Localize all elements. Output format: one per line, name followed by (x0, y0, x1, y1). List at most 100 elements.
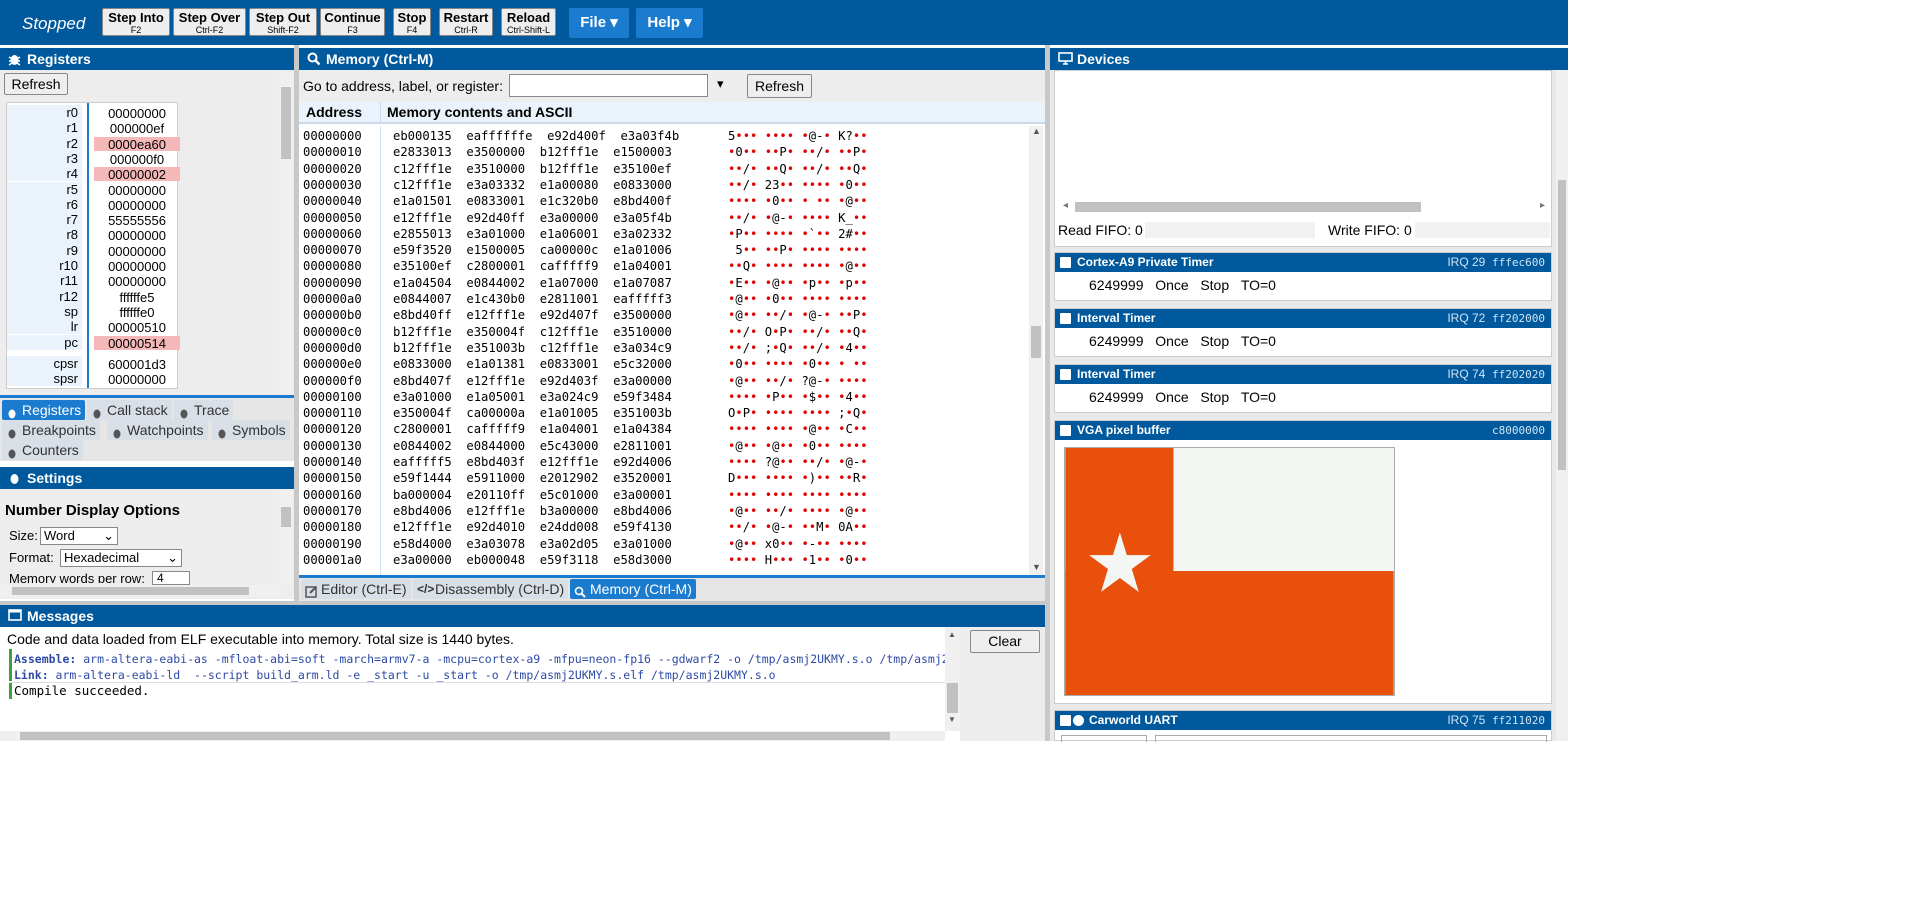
tab-call-stack[interactable]: Call stack (87, 400, 172, 420)
private-timer-status: 6249999 Once Stop TO=0 (1089, 277, 1276, 293)
tab-symbols[interactable]: Symbols (212, 420, 290, 440)
memory-row[interactable]: 00000180 e12fff1e e92d4010 e24dd008 e59f4… (303, 519, 868, 535)
settings-scrollbar[interactable] (279, 491, 293, 585)
memory-row[interactable]: 00000000 eb000135 eaffffffe e92d400f e3a0… (303, 128, 868, 144)
messages-header: Messages (0, 605, 1045, 627)
register-value[interactable]: 55555556 (94, 213, 180, 228)
clear-button[interactable]: Clear (970, 630, 1040, 653)
register-value[interactable]: 00000000 (94, 183, 180, 198)
memory-row[interactable]: 00000160 ba000004 e20110ff e5c01000 e3a00… (303, 487, 868, 503)
size-select[interactable]: Word ⌄ (40, 527, 118, 545)
step-out-button[interactable]: Step Out Shift-F2 (249, 8, 317, 36)
uart-input[interactable] (1061, 735, 1147, 742)
memory-scrollbar[interactable]: ▲ ▼ (1029, 126, 1043, 575)
register-name: r1 (7, 120, 82, 136)
memory-row[interactable]: 000000c0 b12fff1e e350004f c12fff1e e3510… (303, 324, 868, 340)
scroll-up-icon[interactable]: ▲ (1032, 126, 1041, 136)
scroll-up-icon[interactable]: ▲ (948, 630, 956, 639)
memory-ascii: •••• •••• •••• •••• (728, 487, 868, 502)
memory-row[interactable]: 00000010 e2833013 e3500000 b12fff1e e1500… (303, 144, 868, 160)
restart-button[interactable]: Restart Ctrl-R (439, 8, 493, 36)
memory-row[interactable]: 00000170 e8bd4006 e12fff1e b3a00000 e8bd4… (303, 503, 868, 519)
register-value[interactable]: 600001d3 (94, 357, 180, 372)
goto-dropdown-icon[interactable]: ▾ (717, 76, 724, 92)
collapse-icon[interactable] (1060, 369, 1071, 380)
format-select[interactable]: Hexadecimal ⌄ (60, 549, 182, 567)
reload-button[interactable]: Reload Ctrl-Shift-L (501, 8, 556, 36)
memory-address: 00000030 (303, 177, 362, 192)
words-per-row-select[interactable]: 4 (152, 571, 190, 585)
tab-editor[interactable]: Editor (Ctrl-E) (301, 579, 411, 599)
collapse-icon[interactable] (1060, 425, 1071, 436)
memory-row[interactable]: 000000f0 e8bd407f e12fff1e e92d403f e3a00… (303, 373, 868, 389)
memory-row[interactable]: 00000150 e59f1444 e5911000 e2012902 e3520… (303, 470, 868, 486)
register-value[interactable]: ffffffe5 (94, 290, 180, 305)
memory-row[interactable]: 00000090 e1a04504 e0844002 e1a07000 e1a07… (303, 275, 868, 291)
tab-counters[interactable]: Counters (2, 440, 83, 460)
devices-scrollbar[interactable] (1556, 70, 1568, 741)
memory-row[interactable]: 00000080 e35100ef c2800001 cafffff9 e1a04… (303, 258, 868, 274)
memory-row[interactable]: 000000a0 e0844007 e1c430b0 e2811001 eafff… (303, 291, 868, 307)
register-value[interactable]: 00000000 (94, 259, 180, 274)
register-value[interactable]: 00000002 (94, 167, 180, 182)
register-value[interactable]: 00000000 (94, 274, 180, 289)
memory-row[interactable]: 00000060 e2855013 e3a01000 e1a06001 e3a02… (303, 226, 868, 242)
collapse-icon[interactable] (1060, 313, 1071, 324)
tab-memory[interactable]: Memory (Ctrl-M) (570, 579, 696, 599)
tab-trace[interactable]: Trace (174, 400, 234, 420)
register-name: pc (7, 334, 82, 350)
help-icon[interactable] (1073, 715, 1084, 726)
memory-row[interactable]: 000001a0 e3a00000 eb000048 e59f3118 e58d3… (303, 552, 868, 568)
memory-address: 00000190 (303, 536, 362, 551)
scroll-down-icon[interactable]: ▼ (1032, 562, 1041, 572)
tab-disassembly[interactable]: </> Disassembly (Ctrl-D) (413, 579, 569, 599)
uart-device: Carworld UART IRQ 75 ff211020 (1054, 710, 1552, 742)
memory-row[interactable]: 000000d0 b12fff1e e351003b c12fff1e e3a03… (303, 340, 868, 356)
register-value[interactable]: 0000ea60 (94, 136, 180, 152)
file-menu[interactable]: File ▾ (569, 8, 629, 38)
fifo-hscrollbar[interactable]: ◂ ▸ (1061, 199, 1547, 215)
register-value[interactable]: 00000000 (94, 198, 180, 213)
memory-row[interactable]: 00000070 e59f3520 e1500005 ca00000c e1a01… (303, 242, 868, 258)
tab-watchpoints[interactable]: Watchpoints (107, 420, 208, 440)
register-value[interactable]: 00000514 (94, 335, 180, 351)
memory-row[interactable]: 00000110 e350004f ca00000a e1a01005 e3510… (303, 405, 868, 421)
contents-column-header: Memory contents and ASCII (387, 104, 573, 120)
goto-input[interactable] (509, 74, 708, 97)
memory-row[interactable]: 000000b0 e8bd40ff e12fff1e e92d407f e3500… (303, 307, 868, 323)
registers-scrollbar[interactable] (279, 73, 293, 393)
memory-row[interactable]: 00000030 c12fff1e e3a03332 e1a00080 e0833… (303, 177, 868, 193)
register-value[interactable]: ffffffe0 (94, 305, 180, 320)
memory-row[interactable]: 000000e0 e0833000 e1a01381 e0833001 e5c32… (303, 356, 868, 372)
registers-refresh-button[interactable]: Refresh (4, 73, 68, 95)
register-value[interactable]: 00000000 (94, 244, 180, 259)
step-over-button[interactable]: Step Over Ctrl-F2 (173, 8, 246, 36)
register-value[interactable]: 00000510 (94, 320, 180, 335)
tab-breakpoints[interactable]: Breakpoints (2, 420, 100, 440)
memory-refresh-button[interactable]: Refresh (747, 74, 812, 98)
memory-row[interactable]: 00000020 c12fff1e e3510000 b12fff1e e3510… (303, 161, 868, 177)
memory-row[interactable]: 00000190 e58d4000 e3a03078 e3a02d05 e3a01… (303, 536, 868, 552)
register-value[interactable]: 00000000 (94, 372, 180, 387)
stop-button[interactable]: Stop F4 (393, 8, 431, 36)
scroll-down-icon[interactable]: ▼ (948, 715, 956, 724)
step-into-button[interactable]: Step Into F2 (102, 8, 170, 36)
register-value[interactable]: 00000000 (94, 228, 180, 243)
register-value[interactable]: 000000f0 (94, 152, 180, 167)
messages-hscrollbar[interactable] (0, 731, 945, 741)
register-value[interactable]: 000000ef (94, 121, 180, 136)
memory-row[interactable]: 00000050 e12fff1e e92d40ff e3a00000 e3a05… (303, 210, 868, 226)
messages-scrollbar[interactable]: ▲ ▼ (945, 627, 960, 731)
continue-button[interactable]: Continue F3 (320, 8, 385, 36)
memory-row[interactable]: 00000130 e0844002 e0844000 e5c43000 e2811… (303, 438, 868, 454)
memory-row[interactable]: 00000120 c2800001 cafffff9 e1a04001 e1a04… (303, 421, 868, 437)
settings-hscrollbar[interactable] (0, 585, 279, 597)
collapse-icon[interactable] (1060, 257, 1071, 268)
tab-registers[interactable]: Registers (2, 400, 86, 420)
help-menu[interactable]: Help ▾ (636, 8, 703, 38)
memory-row[interactable]: 00000040 e1a01501 e0833001 e1c320b0 e8bd4… (303, 193, 868, 209)
memory-row[interactable]: 00000140 eafffff5 e8bd403f e12fff1e e92d4… (303, 454, 868, 470)
collapse-icon[interactable] (1060, 715, 1071, 726)
memory-row[interactable]: 00000100 e3a01000 e1a05001 e3a024c9 e59f3… (303, 389, 868, 405)
register-value[interactable]: 00000000 (94, 106, 180, 121)
